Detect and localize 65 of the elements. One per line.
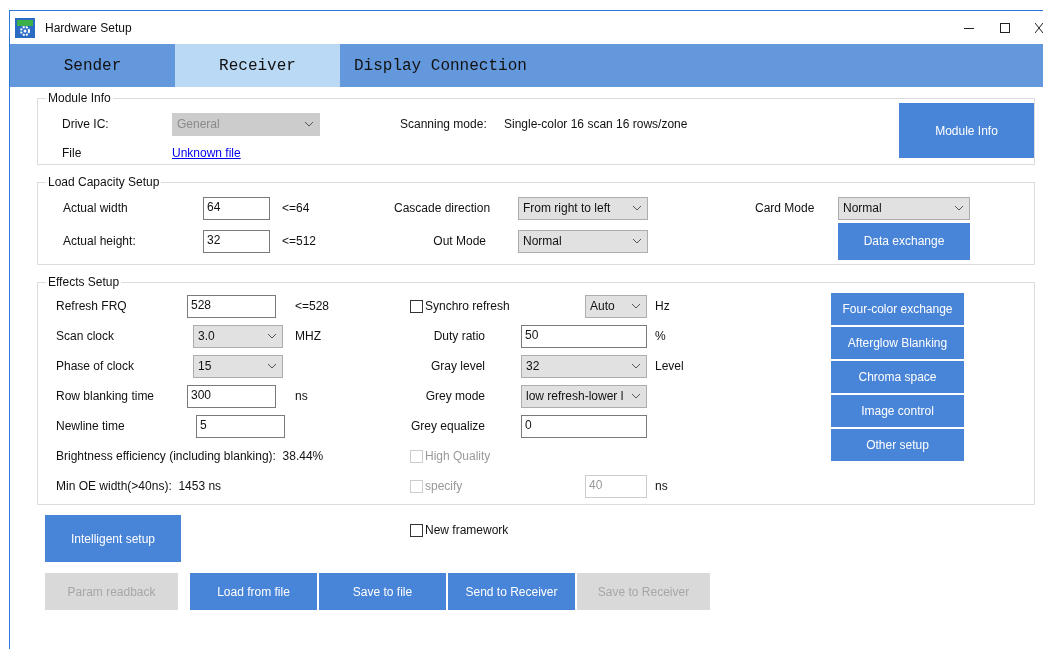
field-label: Card Mode [755,201,816,215]
input-field[interactable]: 528 [187,294,276,318]
dropdown[interactable]: Normal [518,229,648,253]
input-field[interactable]: 5 [196,414,285,438]
action-button[interactable]: Save to file [319,573,446,610]
tab[interactable]: Receiver [175,44,340,87]
field-label: Phase of clock [56,359,136,373]
unit-label: <=528 [294,299,331,313]
input-field[interactable]: 64 [203,196,270,220]
action-button[interactable]: Four-color exchange [831,293,964,325]
unit-label: Hz [654,299,671,313]
tab[interactable]: Display Connection [340,44,541,87]
input-field[interactable]: 0 [521,414,647,438]
module-info-button[interactable]: Module Info [899,103,1034,158]
field-label: Duty ratio [432,329,486,343]
field-value: Single-color 16 scan 16 rows/zone [504,117,689,131]
unit-label: MHZ [294,329,322,343]
dropdown[interactable]: 3.0 [193,324,283,348]
dropdown[interactable]: low refresh-lower l [521,384,647,408]
action-button[interactable]: Afterglow Blanking [831,327,964,359]
unit-label: ns [294,389,309,403]
section-title: Load Capacity Setup [47,175,161,189]
input-field[interactable]: 32 [203,229,270,253]
unit-label: % [654,329,667,343]
info-text: Brightness efficiency (including blanking): 38.44% [56,449,325,463]
action-button[interactable]: Other setup [831,429,964,461]
unit-label: ns [654,479,669,493]
field-label: Out Mode [433,234,486,248]
input-field[interactable]: 300 [187,384,276,408]
dropdown[interactable]: From right to left [518,196,648,220]
action-button[interactable]: Chroma space [831,361,964,393]
action-button[interactable]: Load from file [190,573,317,610]
section-title: Effects Setup [47,275,121,289]
field-label: Grey equalize [410,419,486,433]
file-link[interactable]: Unknown file [172,146,241,160]
section-title: Module Info [47,91,112,105]
limit-label: <=512 [282,234,317,248]
field-label: Row blanking time [56,389,156,403]
field-label: Cascade direction [394,201,492,215]
field-label: Scan clock [56,329,116,343]
field-label: Actual width [63,201,129,215]
dropdown[interactable]: Auto [585,294,647,318]
window-title: Hardware Setup [45,20,132,35]
info-text: Min OE width(>40ns): 1453 ns [56,479,223,493]
intelligent-setup-button[interactable]: Intelligent setup [45,515,181,562]
field-label: Refresh FRQ [56,299,128,313]
action-button[interactable]: Image control [831,395,964,427]
input-field[interactable]: 50 [521,324,647,348]
field-label: Gray level [429,359,486,373]
data-exchange-button[interactable]: Data exchange [838,222,970,260]
dropdown[interactable]: 15 [193,354,283,378]
unit-label: Level [654,359,685,373]
field-label: Actual height: [63,234,137,248]
limit-label: <=64 [282,201,310,215]
field-label: Drive IC: [62,117,110,131]
tab[interactable]: Sender [10,44,175,87]
action-button[interactable]: Send to Receiver [448,573,575,610]
field-label: Newline time [56,419,126,433]
field-label: Grey mode [424,389,486,403]
checkbox[interactable]: Synchro refresh [410,299,510,313]
field-label: File [62,146,83,160]
dropdown[interactable]: Normal [838,196,970,220]
checkbox[interactable]: New framework [410,523,509,537]
field-label: Scanning mode: [400,117,488,131]
dropdown[interactable]: 32 [521,354,647,378]
